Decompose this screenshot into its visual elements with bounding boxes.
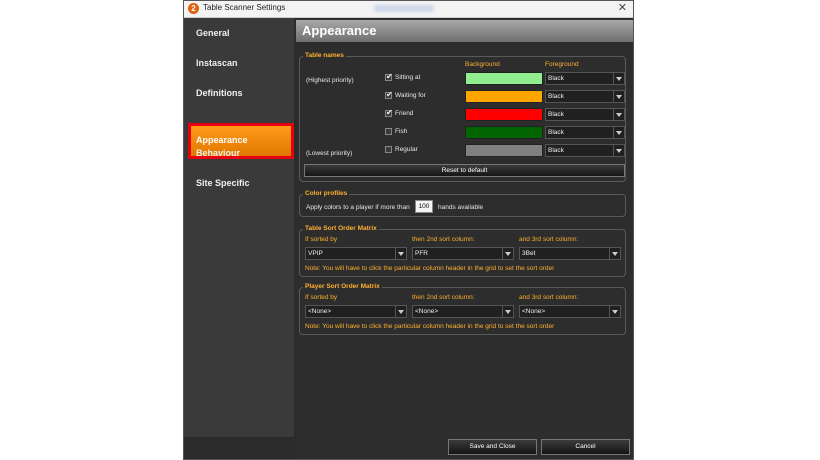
close-icon[interactable]: ✕: [618, 1, 627, 14]
chevron-down-icon: [609, 248, 620, 259]
page-header: Appearance: [296, 20, 633, 42]
save-and-close-button[interactable]: Save and Close: [448, 439, 537, 455]
footer-bar: Save and Close Cancel: [296, 437, 633, 459]
dropdown-value: <None>: [522, 308, 546, 315]
chevron-down-icon: [395, 306, 406, 317]
player-sort-note: Note: You will have to click the particu…: [305, 323, 555, 330]
chevron-down-icon: [613, 91, 624, 102]
sidebar-item-behaviour[interactable]: Behaviour: [196, 148, 240, 158]
table-sort-primary-dropdown[interactable]: VPIP: [305, 247, 407, 260]
group-title: Color profiles: [303, 190, 350, 197]
player-sort-group: Player Sort Order Matrix If sorted by th…: [299, 283, 626, 335]
chevron-down-icon: [613, 127, 624, 138]
sitting-at-checkbox[interactable]: [385, 72, 393, 81]
group-title: Table names: [303, 52, 346, 59]
sort-col1-label: If sorted by: [305, 236, 338, 243]
regular-label: Regular: [395, 146, 418, 153]
sidebar-item-site-specific[interactable]: Site Specific: [196, 178, 250, 188]
fish-label: Fish: [395, 128, 408, 135]
foreground-column-header: Foreground: [545, 61, 579, 68]
group-title: Table Sort Order Matrix: [303, 225, 379, 232]
chevron-down-icon: [502, 306, 513, 317]
player-sort-tertiary-dropdown[interactable]: <None>: [519, 305, 621, 318]
player-sort-primary-dropdown[interactable]: <None>: [305, 305, 407, 318]
chevron-down-icon: [395, 248, 406, 259]
dropdown-value: <None>: [308, 308, 332, 315]
table-sort-secondary-dropdown[interactable]: PFR: [412, 247, 514, 260]
player-sort-secondary-dropdown[interactable]: <None>: [412, 305, 514, 318]
hands-threshold-input[interactable]: 100: [415, 200, 433, 213]
waiting-for-label: Waiting for: [395, 92, 426, 99]
dropdown-value: <None>: [415, 308, 439, 315]
fish-foreground-dropdown[interactable]: Black: [545, 126, 625, 139]
sort-col2-label: then 2nd sort column:: [412, 294, 475, 301]
waiting-for-foreground-dropdown[interactable]: Black: [545, 90, 625, 103]
chevron-down-icon: [613, 73, 624, 84]
friend-checkbox[interactable]: [385, 108, 393, 117]
regular-checkbox[interactable]: [385, 146, 392, 153]
chevron-down-icon: [609, 306, 620, 317]
chevron-down-icon: [502, 248, 513, 259]
highest-priority-label: (Highest priority): [306, 77, 354, 84]
title-bar: 2 Table Scanner Settings ✕: [184, 1, 633, 18]
cancel-button[interactable]: Cancel: [541, 439, 630, 455]
blurred-title-region: [374, 5, 434, 12]
dropdown-value: VPIP: [308, 250, 323, 257]
sort-col2-label: then 2nd sort column:: [412, 236, 475, 243]
table-sort-note: Note: You will have to click the particu…: [305, 265, 555, 272]
sort-col3-label: and 3rd sort column:: [519, 294, 579, 301]
chevron-down-icon: [613, 109, 624, 120]
dropdown-value: Black: [548, 75, 564, 82]
color-profiles-group: Color profiles Apply colors to a player …: [299, 190, 626, 217]
regular-color-swatch[interactable]: [465, 144, 543, 157]
table-sort-tertiary-dropdown[interactable]: 3Bet: [519, 247, 621, 260]
dropdown-value: PFR: [415, 250, 428, 257]
sidebar-item-definitions[interactable]: Definitions: [196, 88, 243, 98]
friend-color-swatch[interactable]: [465, 108, 543, 121]
main-panel: Appearance Table names Background Foregr…: [296, 18, 633, 437]
sort-col3-label: and 3rd sort column:: [519, 236, 579, 243]
sidebar-item-general[interactable]: General: [196, 28, 230, 38]
chevron-down-icon: [613, 145, 624, 156]
settings-window: 2 Table Scanner Settings ✕ General Insta…: [183, 0, 634, 460]
sidebar-item-label: Appearance: [196, 135, 248, 145]
page-title: Appearance: [302, 23, 377, 38]
fish-checkbox[interactable]: [385, 128, 392, 135]
table-names-group: Table names Background Foreground (Highe…: [299, 52, 626, 182]
sort-col1-label: If sorted by: [305, 294, 338, 301]
window-title: Table Scanner Settings: [203, 3, 286, 12]
dropdown-value: Black: [548, 129, 564, 136]
sitting-at-foreground-dropdown[interactable]: Black: [545, 72, 625, 85]
table-sort-group: Table Sort Order Matrix If sorted by the…: [299, 225, 626, 277]
dropdown-value: Black: [548, 147, 564, 154]
reset-to-default-button[interactable]: Reset to default: [304, 164, 625, 177]
sidebar: General Instascan Definitions Appearance…: [184, 18, 294, 437]
dropdown-value: 3Bet: [522, 250, 536, 257]
dropdown-value: Black: [548, 111, 564, 118]
apply-colors-label: Apply colors to a player if more than: [306, 204, 410, 211]
sidebar-item-instascan[interactable]: Instascan: [196, 58, 238, 68]
background-column-header: Background: [465, 61, 500, 68]
waiting-for-color-swatch[interactable]: [465, 90, 543, 103]
fish-color-swatch[interactable]: [465, 126, 543, 139]
waiting-for-checkbox[interactable]: [385, 90, 393, 99]
sitting-at-color-swatch[interactable]: [465, 72, 543, 85]
lowest-priority-label: (Lowest priority): [306, 150, 353, 157]
friend-foreground-dropdown[interactable]: Black: [545, 108, 625, 121]
sitting-at-label: Sitting at: [395, 74, 421, 81]
dropdown-value: Black: [548, 93, 564, 100]
regular-foreground-dropdown[interactable]: Black: [545, 144, 625, 157]
friend-label: Friend: [395, 110, 414, 117]
hands-available-label: hands available: [438, 204, 484, 211]
app-logo-icon: 2: [188, 3, 199, 14]
group-title: Player Sort Order Matrix: [303, 283, 382, 290]
